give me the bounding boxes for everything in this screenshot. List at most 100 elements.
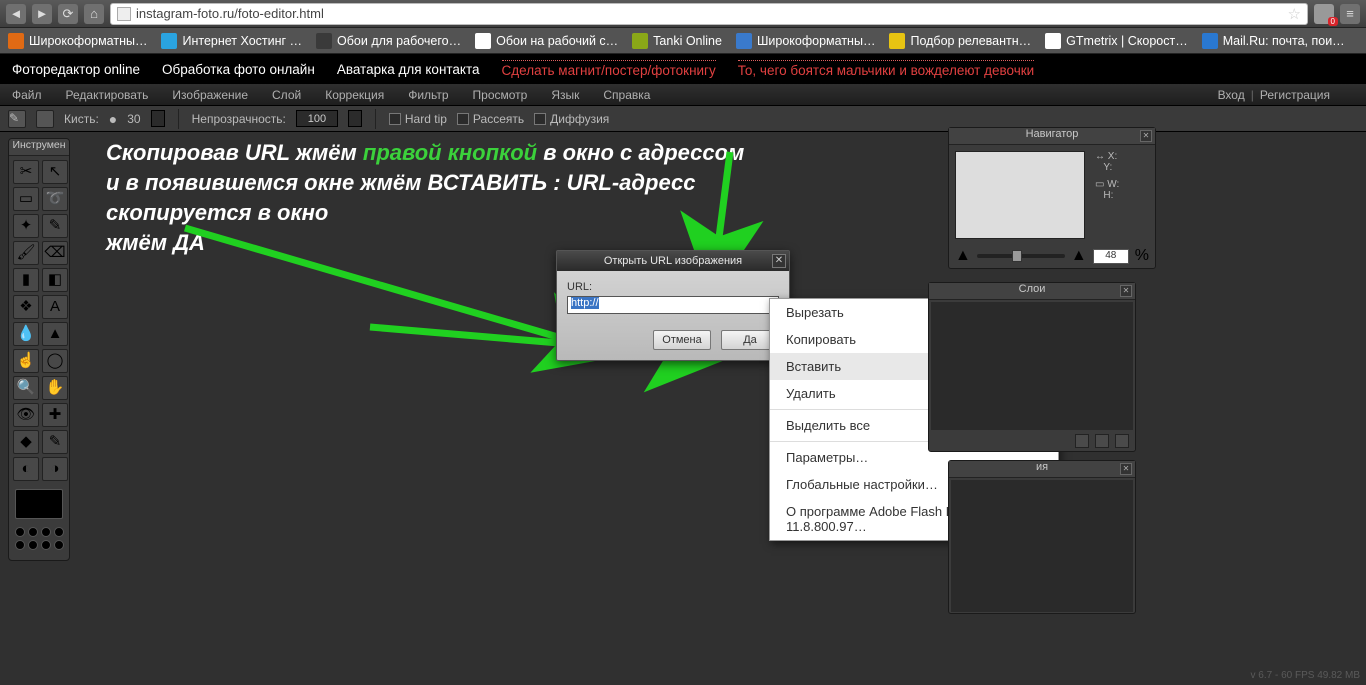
color-presets[interactable] — [9, 523, 69, 554]
brush-size-value[interactable]: 30 — [127, 112, 140, 126]
nav-link[interactable]: Фоторедактор online — [12, 62, 140, 77]
tools-panel-title: Инструмен — [9, 139, 69, 156]
move-tool-icon[interactable]: ↖ — [42, 160, 68, 184]
pencil-tool-icon[interactable]: ✎ — [42, 214, 68, 238]
navigator-info: ↔ X: Y: ▭ W: H: — [1091, 145, 1155, 245]
menu-image[interactable]: Изображение — [172, 88, 248, 102]
open-url-dialog: Открыть URL изображения ✕ URL: http:// О… — [556, 250, 790, 361]
color-swatch[interactable] — [15, 489, 63, 519]
url-label: URL: — [567, 281, 779, 293]
wand-tool-icon[interactable]: ✦ — [13, 214, 39, 238]
home-button[interactable]: ⌂ — [84, 4, 104, 24]
eraser-tool-icon[interactable]: ⌫ — [42, 241, 68, 265]
dodge-tool-icon[interactable]: ◐ — [13, 457, 39, 481]
crop-tool-icon[interactable]: ✂ — [13, 160, 39, 184]
menu-file[interactable]: Файл — [12, 88, 42, 102]
brush-dropdown[interactable] — [151, 110, 165, 127]
clone-tool-icon[interactable]: ❖ — [13, 295, 39, 319]
dropper-tool-icon[interactable] — [36, 110, 54, 128]
burn-tool-icon[interactable]: ◑ — [42, 457, 68, 481]
menu-edit[interactable]: Редактировать — [66, 88, 149, 102]
menu-adjust[interactable]: Коррекция — [325, 88, 384, 102]
extension-icon[interactable]: 0 — [1314, 4, 1334, 24]
menu-layer[interactable]: Слой — [272, 88, 301, 102]
bookmark-star-icon[interactable]: ☆ — [1288, 5, 1301, 23]
dialog-title[interactable]: Открыть URL изображения ✕ — [557, 251, 789, 271]
tools-panel: Инструмен ✂ ↖ ▭ ➰ ✦ ✎ 🖌 ⌫ ▮ ◧ ❖ A 💧 ▲ ☝ … — [8, 138, 70, 561]
nav-link[interactable]: Обработка фото онлайн — [162, 62, 315, 77]
nav-link-highlight[interactable]: То, чего боятся мальчики и вожделеют дев… — [738, 60, 1034, 78]
opacity-input[interactable] — [296, 110, 338, 127]
panel-close-icon[interactable]: ✕ — [1120, 285, 1132, 297]
heal-tool-icon[interactable]: ✚ — [42, 403, 68, 427]
url-text: instagram-foto.ru/foto-editor.html — [136, 6, 324, 21]
nav-link-highlight[interactable]: Сделать магнит/постер/фотокнигу — [502, 60, 716, 78]
address-bar[interactable]: instagram-foto.ru/foto-editor.html ☆ — [110, 3, 1308, 25]
extension-badge: 0 — [1328, 17, 1338, 26]
bookmark-item[interactable]: Tanki Online — [632, 33, 722, 49]
lasso-tool-icon[interactable]: ➰ — [42, 187, 68, 211]
fill-tool-icon[interactable]: ▮ — [13, 268, 39, 292]
page-icon — [117, 7, 131, 21]
navigator-preview[interactable] — [955, 151, 1085, 239]
menu-view[interactable]: Просмотр — [473, 88, 528, 102]
hardtip-checkbox[interactable]: Hard tip — [389, 112, 447, 126]
login-link[interactable]: Вход — [1218, 88, 1245, 102]
bookmark-item[interactable]: GTmetrix | Скорост… — [1045, 33, 1188, 49]
scatter-checkbox[interactable]: Рассеять — [457, 112, 524, 126]
history-list[interactable] — [951, 480, 1133, 612]
layers-list[interactable] — [931, 302, 1133, 430]
gradient-tool-icon[interactable]: ◧ — [42, 268, 68, 292]
opacity-label: Непрозрачность: — [192, 112, 286, 126]
reload-button[interactable]: ⟳ — [58, 4, 78, 24]
smudge-tool-icon[interactable]: ☝ — [13, 349, 39, 373]
editor-menubar: Файл Редактировать Изображение Слой Корр… — [0, 84, 1366, 106]
instruction-overlay: Скопировав URL жмём правой кнопкой в окн… — [106, 138, 786, 258]
layer-new-icon[interactable] — [1075, 434, 1089, 448]
zoom-slider[interactable]: ▲ ▲ 48 % — [949, 245, 1155, 267]
shape-tool-icon[interactable]: ◆ — [13, 430, 39, 454]
bookmark-item[interactable]: Широкоформатны… — [736, 33, 875, 49]
menu-filter[interactable]: Фильтр — [408, 88, 448, 102]
hand-tool-icon[interactable]: ✋ — [42, 376, 68, 400]
layer-delete-icon[interactable] — [1115, 434, 1129, 448]
brush-tool-icon[interactable]: ✎ — [8, 110, 26, 128]
opacity-dropdown[interactable] — [348, 110, 362, 127]
diffuse-checkbox[interactable]: Диффузия — [534, 112, 609, 126]
zoom-tool-icon[interactable]: 🔍 — [13, 376, 39, 400]
forward-button[interactable]: ► — [32, 4, 52, 24]
nav-link[interactable]: Аватарка для контакта — [337, 62, 480, 77]
cancel-button[interactable]: Отмена — [653, 330, 711, 350]
panel-close-icon[interactable]: ✕ — [1140, 130, 1152, 142]
dropper-tool-icon[interactable]: ✎ — [42, 430, 68, 454]
back-button[interactable]: ◄ — [6, 4, 26, 24]
redeye-tool-icon[interactable]: 👁 — [13, 403, 39, 427]
panel-close-icon[interactable]: ✕ — [1120, 463, 1132, 475]
bookmark-item[interactable]: Подбор релевантн… — [889, 33, 1031, 49]
layers-panel: Слои✕ — [928, 282, 1136, 452]
navigator-panel: Навигатор✕ ↔ X: Y: ▭ W: H: ▲ ▲ 48 % — [948, 127, 1156, 269]
menu-lang[interactable]: Язык — [551, 88, 579, 102]
footer-stats: v 6.7 - 60 FPS 49.82 MB — [1251, 670, 1361, 681]
bookmark-item[interactable]: Обои на рабочий с… — [475, 33, 618, 49]
options-bar: ✎ Кисть: ● 30 Непрозрачность: Hard tip Р… — [0, 106, 1366, 132]
blur-tool-icon[interactable]: 💧 — [13, 322, 39, 346]
text-tool-icon[interactable]: A — [42, 295, 68, 319]
sharpen-tool-icon[interactable]: ▲ — [42, 322, 68, 346]
marquee-tool-icon[interactable]: ▭ — [13, 187, 39, 211]
url-input[interactable]: http:// — [567, 296, 779, 314]
workspace: Инструмен ✂ ↖ ▭ ➰ ✦ ✎ 🖌 ⌫ ▮ ◧ ❖ A 💧 ▲ ☝ … — [0, 132, 1366, 685]
menu-help[interactable]: Справка — [603, 88, 650, 102]
dialog-close-icon[interactable]: ✕ — [772, 254, 786, 268]
bookmark-item[interactable]: Интернет Хостинг … — [161, 33, 302, 49]
browser-menu-button[interactable]: ≡ — [1340, 4, 1360, 24]
layer-copy-icon[interactable] — [1095, 434, 1109, 448]
sponge-tool-icon[interactable]: ◯ — [42, 349, 68, 373]
bookmark-item[interactable]: Mail.Ru: почта, пои… — [1202, 33, 1345, 49]
zoom-value[interactable]: 48 — [1093, 249, 1129, 264]
register-link[interactable]: Регистрация — [1260, 88, 1330, 102]
brush-tool-icon[interactable]: 🖌 — [13, 241, 39, 265]
bookmark-item[interactable]: Широкоформатны… — [8, 33, 147, 49]
bookmark-item[interactable]: Обои для рабочего… — [316, 33, 461, 49]
bookmarks-bar: Широкоформатны… Интернет Хостинг … Обои … — [0, 28, 1366, 54]
